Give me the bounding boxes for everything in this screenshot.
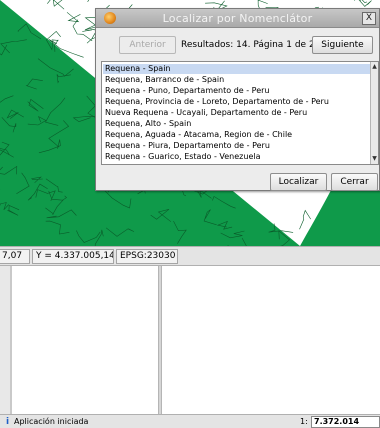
- coordinates-bar: 7,07 Y = 4.337.005,14 EPSG:23030: [0, 246, 380, 266]
- page-current: 1: [286, 40, 292, 50]
- y-coordinate: Y = 4.337.005,14: [32, 249, 114, 264]
- x-coordinate: 7,07: [0, 249, 30, 264]
- status-message: Aplicación iniciada: [14, 417, 89, 426]
- scroll-up-icon[interactable]: ▲: [371, 63, 378, 71]
- result-item[interactable]: Requena, Aguada - Atacama, Region de - C…: [103, 130, 371, 140]
- result-item[interactable]: Requena, Provincia de - Loreto, Departam…: [103, 97, 371, 107]
- scroll-down-icon[interactable]: ▼: [371, 155, 378, 163]
- scale-input[interactable]: 7.372.014: [311, 416, 380, 428]
- results-scrollbar[interactable]: ▲ ▼: [370, 62, 378, 164]
- gazetteer-dialog: Localizar por Nomenclátor X Anterior Res…: [95, 8, 380, 191]
- info-icon: i: [5, 417, 10, 427]
- dialog-title: Localizar por Nomenclátor: [162, 12, 313, 25]
- result-item[interactable]: Requena - Guarico, Estado - Venezuela: [103, 152, 371, 162]
- epsg-code: EPSG:23030: [116, 249, 178, 264]
- results-prefix: Resultados:: [181, 40, 234, 50]
- result-item[interactable]: Requena, Alto - Spain: [103, 119, 371, 129]
- status-bar: i Aplicación iniciada 1: 7.372.014: [0, 414, 380, 428]
- results-list[interactable]: Requena - Spain Requena, Barranco de - Sp…: [101, 61, 379, 165]
- result-item[interactable]: Requena - Spain: [103, 64, 371, 74]
- result-item[interactable]: Requena, Barranco de - Spain: [103, 75, 371, 85]
- close-button[interactable]: X: [362, 12, 376, 25]
- previous-button[interactable]: Anterior: [119, 36, 176, 54]
- left-panel-tab[interactable]: [0, 266, 10, 414]
- application-window: 7,07 Y = 4.337.005,14 EPSG:23030 i Aplic…: [0, 0, 380, 428]
- result-item[interactable]: Requena - Puno, Departamento de - Peru: [103, 86, 371, 96]
- cancel-button[interactable]: Cerrar: [331, 173, 378, 191]
- locate-button[interactable]: Localizar: [270, 173, 327, 191]
- page-of: de: [294, 40, 307, 50]
- panel-splitter[interactable]: [158, 266, 162, 414]
- dialog-titlebar[interactable]: Localizar por Nomenclátor X: [96, 9, 379, 28]
- panel-divider: [10, 266, 12, 414]
- scale-label: 1:: [300, 417, 308, 426]
- lower-panels: [0, 266, 380, 414]
- page-word: Página: [253, 40, 284, 50]
- results-summary: Resultados: 14. Página 1 de 2: [181, 38, 315, 52]
- results-count: 14.: [236, 40, 251, 50]
- next-button[interactable]: Siguiente: [312, 36, 373, 54]
- result-item[interactable]: Requena - Piura, Departamento de - Peru: [103, 141, 371, 151]
- result-item[interactable]: Nueva Requena - Ucayali, Departamento de…: [103, 108, 371, 118]
